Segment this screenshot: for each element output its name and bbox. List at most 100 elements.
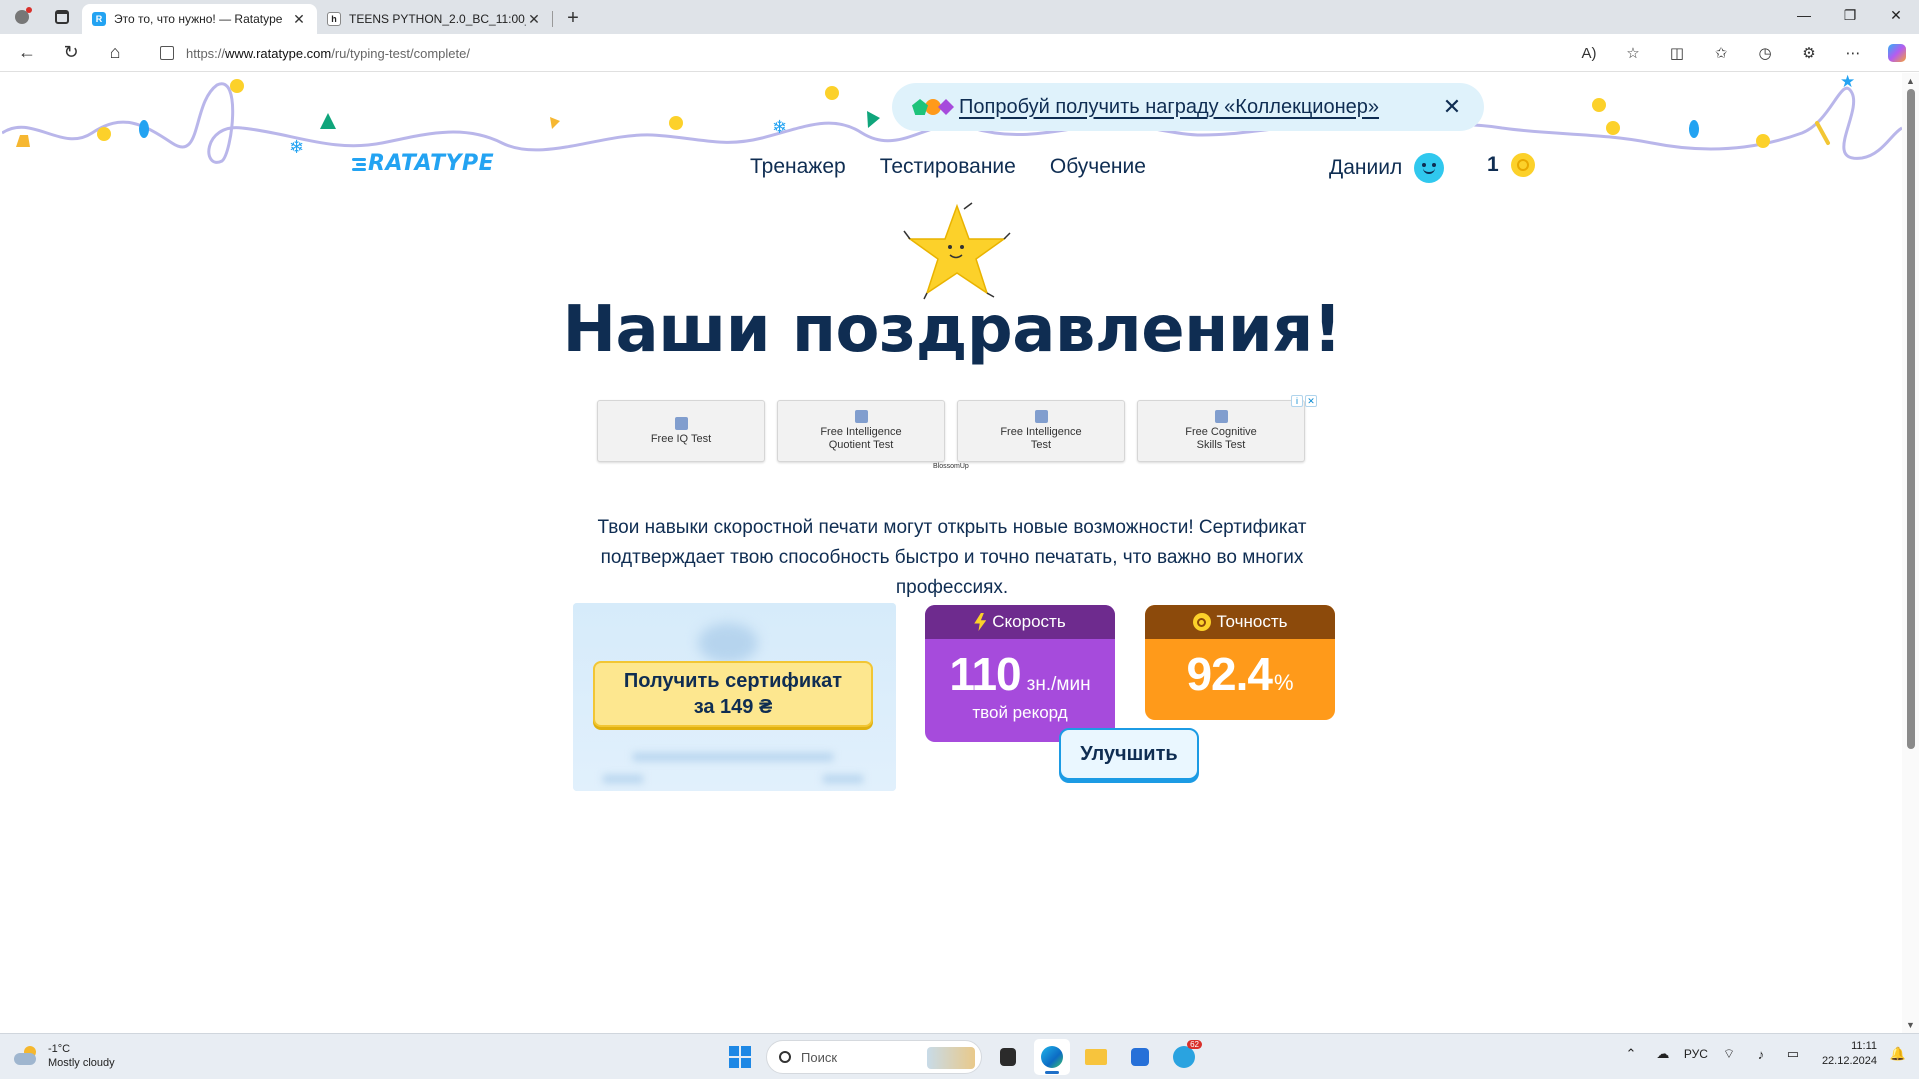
profile-icon[interactable]: [8, 3, 36, 31]
reward-banner-link[interactable]: Попробуй получить награду «Коллекционер»: [959, 96, 1440, 119]
url-host: www.ratatype.com: [225, 45, 332, 61]
page-title: Наши поздравления!: [562, 293, 1342, 367]
restore-button[interactable]: ❐: [1827, 0, 1873, 30]
url-field[interactable]: https://www.ratatype.com/ru/typing-test/…: [146, 38, 1616, 68]
scrollbar-thumb[interactable]: [1907, 89, 1915, 749]
bell-icon: [550, 117, 560, 129]
onedrive-offline-icon[interactable]: ☁: [1652, 1046, 1674, 1062]
ad-card[interactable]: Free Cognitive Skills Test: [1137, 400, 1305, 462]
ad-card-icon: [1034, 410, 1048, 423]
notification-bell-icon[interactable]: 🔔: [1887, 1046, 1909, 1062]
favorites-icon[interactable]: ✩: [1699, 38, 1743, 68]
ad-card-icon: [854, 410, 868, 423]
ad-close-icon[interactable]: ✕: [1305, 395, 1317, 407]
user-menu[interactable]: Даниил: [1329, 153, 1445, 183]
garland-light: [97, 127, 111, 141]
partly-cloudy-icon: [14, 1046, 40, 1066]
accuracy-header: Точность: [1145, 605, 1335, 639]
battery-icon[interactable]: ▭: [1782, 1046, 1804, 1062]
nav-testing[interactable]: Тестирование: [880, 155, 1016, 179]
get-certificate-label: Получить сертификат: [623, 670, 843, 692]
nav-trainer[interactable]: Тренажер: [750, 155, 846, 179]
close-banner-icon[interactable]: ✕: [1440, 94, 1464, 120]
garland-light: [139, 120, 149, 138]
input-language[interactable]: РУС: [1684, 1047, 1708, 1061]
minimize-button[interactable]: —: [1781, 0, 1827, 30]
volume-icon[interactable]: ♪: [1750, 1047, 1772, 1062]
garland-light: [1592, 98, 1606, 112]
read-aloud-icon[interactable]: A): [1567, 38, 1611, 68]
wifi-icon[interactable]: ⌔: [1718, 1046, 1740, 1062]
weather-widget[interactable]: -1°C Mostly cloudy: [14, 1042, 115, 1070]
candy-cane-icon: [1815, 121, 1830, 145]
chevron-up-icon[interactable]: ⌃: [1620, 1046, 1642, 1062]
split-screen-icon[interactable]: ◫: [1655, 38, 1699, 68]
nav-learning[interactable]: Обучение: [1050, 155, 1146, 179]
get-certificate-button[interactable]: Получить сертификат за 149 ₴: [593, 661, 873, 727]
file-explorer-dark-icon[interactable]: [990, 1039, 1026, 1075]
snowflake-icon: ❄: [772, 117, 787, 137]
certificate-description: Твои навыки скоростной печати могут откр…: [597, 517, 1307, 598]
speed-unit: зн./мин: [1026, 674, 1091, 695]
close-window-button[interactable]: ✕: [1873, 0, 1919, 30]
window-controls: — ❐ ✕: [1781, 0, 1919, 30]
ad-card[interactable]: Free Intelligence Test: [957, 400, 1125, 462]
folder-icon[interactable]: [1078, 1039, 1114, 1075]
ratatype-logo[interactable]: RATATYPE: [352, 151, 494, 176]
user-avatar-smile-icon: [1414, 153, 1445, 183]
home-button[interactable]: ⌂: [98, 38, 132, 68]
ad-controls: i ✕: [1291, 395, 1317, 407]
browser-tab-teens-python[interactable]: h TEENS PYTHON_2.0_BC_11:00_20 ✕: [317, 4, 552, 34]
reward-banner: Попробуй получить награду «Коллекционер»…: [892, 83, 1484, 131]
tab-actions-icon[interactable]: [48, 3, 76, 31]
ratatype-favicon-icon: R: [92, 12, 106, 26]
ad-card[interactable]: Free IQ Test: [597, 400, 765, 462]
coin-icon: [1510, 153, 1535, 177]
ad-block: Free IQ Test Free Intelligence Quotient …: [597, 395, 1317, 475]
scroll-up-icon[interactable]: ▲: [1906, 76, 1915, 86]
ad-brand: BlossomUp: [933, 463, 969, 470]
extensions-icon[interactable]: ⚙: [1787, 38, 1831, 68]
accuracy-unit: %: [1273, 670, 1294, 695]
more-icon[interactable]: ⋯: [1831, 38, 1875, 68]
close-tab-icon[interactable]: ✕: [526, 11, 542, 27]
copilot-icon[interactable]: [1875, 38, 1919, 68]
ad-card-label: Skills Test: [1196, 439, 1246, 451]
hackathon-favicon-icon: h: [327, 12, 341, 26]
clock[interactable]: 11:11 22.12.2024: [1822, 1039, 1877, 1069]
back-button[interactable]: ←: [10, 38, 44, 68]
accuracy-card: Точность 92.4 %: [1145, 605, 1335, 720]
browser-tab-bar: R Это то, что нужно! — Ratatype ✕ h TEEN…: [0, 0, 1919, 34]
certificate-preview: Получить сертификат за 149 ₴: [573, 603, 896, 791]
favorite-star-icon[interactable]: ☆: [1611, 38, 1655, 68]
snowflake-icon: ❄: [289, 137, 304, 157]
taskbar-search[interactable]: Поиск: [766, 1040, 982, 1074]
ad-card-label: Free IQ Test: [650, 432, 712, 445]
tab-separator: [552, 11, 553, 27]
url-scheme: https://: [186, 45, 226, 61]
search-icon: [779, 1051, 791, 1063]
telegram-icon[interactable]: 62: [1166, 1039, 1202, 1075]
page-scrollbar[interactable]: ▲ ▼: [1902, 73, 1919, 1033]
browser-tab-ratatype[interactable]: R Это то, что нужно! — Ratatype ✕: [82, 4, 317, 34]
edge-icon[interactable]: [1034, 1039, 1070, 1075]
improve-button[interactable]: Улучшить: [1059, 728, 1199, 780]
store-icon[interactable]: [1122, 1039, 1158, 1075]
lock-icon[interactable]: [160, 46, 174, 60]
accuracy-label: Точность: [1216, 612, 1288, 631]
new-tab-button[interactable]: +: [559, 4, 587, 32]
tree-icon: [867, 111, 880, 128]
ad-card[interactable]: Free Intelligence Quotient Test: [777, 400, 945, 462]
page-viewport: ❄ ❄ ★ RATATYPE Тренажер Тестирование Обу…: [2, 73, 1902, 1033]
reload-button[interactable]: ↻: [54, 38, 88, 68]
ad-info-icon[interactable]: i: [1291, 395, 1303, 407]
close-tab-icon[interactable]: ✕: [291, 11, 307, 27]
coin-balance[interactable]: 1: [1487, 153, 1535, 177]
certificate-price: за 149 ₴: [693, 696, 773, 718]
scroll-down-icon[interactable]: ▼: [1906, 1020, 1915, 1030]
speed-card: Скорость 110 зн./мин твой рекорд: [925, 605, 1115, 742]
url-path: /ru/typing-test/complete/: [331, 45, 470, 61]
windows-start-icon[interactable]: [722, 1039, 758, 1075]
history-icon[interactable]: ◷: [1743, 38, 1787, 68]
windows-taskbar: -1°C Mostly cloudy Поиск 62 ⌃ ☁ РУС ⌔ ♪ …: [0, 1033, 1919, 1079]
